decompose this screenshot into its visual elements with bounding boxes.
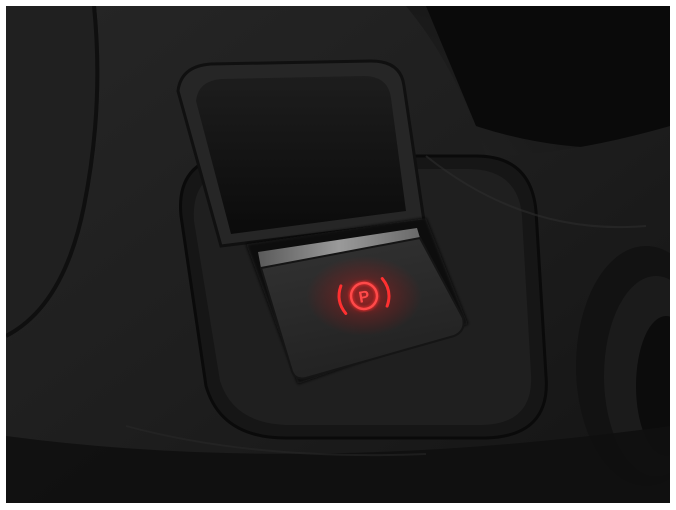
photo-frame: P bbox=[6, 6, 670, 503]
storage-cubby bbox=[176, 59, 426, 248]
car-console-photo: P bbox=[6, 6, 670, 503]
